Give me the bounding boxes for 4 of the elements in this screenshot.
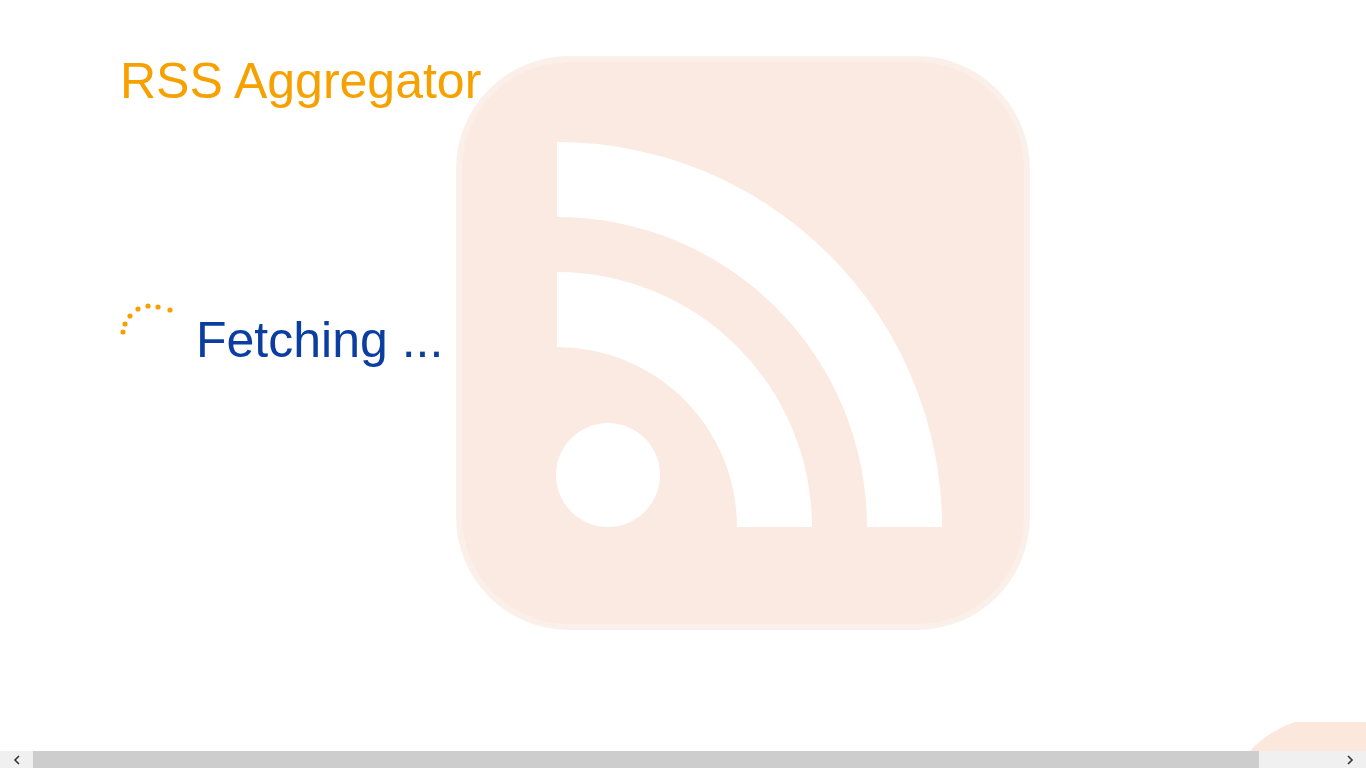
chevron-right-icon — [1345, 754, 1354, 765]
chevron-left-icon — [12, 754, 21, 765]
status-text: Fetching ... — [196, 311, 444, 370]
app-title: RSS Aggregator — [120, 52, 482, 111]
